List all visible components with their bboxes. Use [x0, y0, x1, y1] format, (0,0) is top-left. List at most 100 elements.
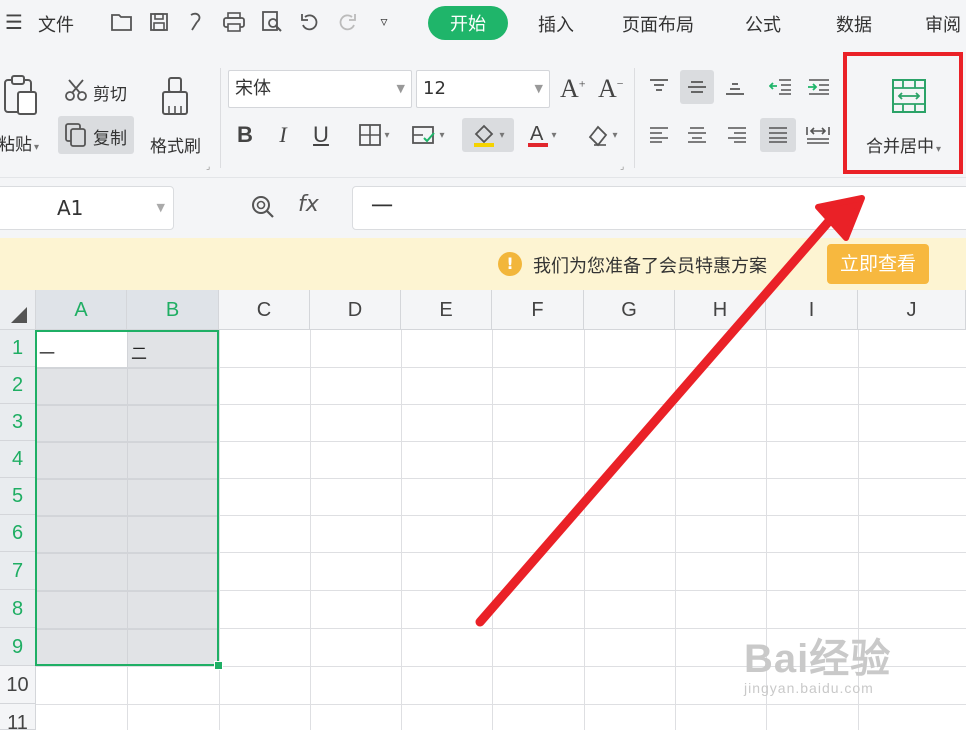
open-folder-icon[interactable]	[110, 10, 134, 34]
hamburger-menu-icon[interactable]: ☰	[2, 10, 26, 34]
justify-icon[interactable]	[760, 118, 796, 152]
cell-b1[interactable]: 二	[131, 340, 147, 364]
name-box[interactable]: A1 ▼	[0, 186, 174, 230]
format-painter-icon[interactable]	[160, 76, 192, 120]
paste-button[interactable]: 粘贴 ▾	[0, 130, 39, 155]
paste-icon[interactable]	[2, 74, 38, 120]
align-top-icon[interactable]	[644, 70, 674, 104]
ribbon-toolbar: 粘贴 ▾ 剪切 复制 格式刷 ⌟ 宋体 ▼ 12 ▼ A+ A− B I U ▾ ▾ …	[0, 46, 966, 178]
column-header-f[interactable]: F	[492, 290, 584, 330]
cut-button[interactable]: 剪切	[93, 80, 127, 105]
copy-button[interactable]: 复制	[58, 116, 134, 154]
row-header-7[interactable]: 7	[0, 552, 36, 590]
decrease-font-icon[interactable]: A−	[598, 74, 624, 104]
fill-handle[interactable]	[214, 661, 223, 670]
select-all-corner[interactable]	[0, 290, 36, 330]
row-header-6[interactable]: 6	[0, 515, 36, 552]
cell-ref-value: A1	[57, 196, 84, 220]
column-header-c[interactable]: C	[219, 290, 310, 330]
separator	[634, 68, 635, 168]
fill-color-icon[interactable]: ▾	[462, 118, 514, 152]
customize-toolbar-icon[interactable]: ▿	[372, 10, 396, 34]
tab-page-layout[interactable]: 页面布局	[622, 11, 694, 37]
redo-icon[interactable]	[335, 10, 359, 34]
save-icon[interactable]	[147, 10, 171, 34]
grid-line	[675, 330, 676, 730]
row-header-4[interactable]: 4	[0, 441, 36, 478]
promo-notice: ! 我们为您准备了会员特惠方案 立即查看	[0, 238, 966, 290]
decrease-indent-icon[interactable]	[766, 70, 796, 104]
clear-format-icon[interactable]: ▾	[580, 118, 624, 152]
column-header-i[interactable]: I	[766, 290, 858, 330]
font-name-value: 宋体	[235, 78, 271, 99]
align-bottom-icon[interactable]	[720, 70, 750, 104]
column-header-a[interactable]: A	[36, 290, 127, 330]
grid-line	[492, 330, 493, 730]
italic-icon[interactable]: I	[268, 118, 298, 152]
tab-review[interactable]: 审阅	[925, 11, 961, 37]
row-header-3[interactable]: 3	[0, 404, 36, 441]
watermark-brand: Bai经验	[744, 637, 892, 681]
distributed-align-icon[interactable]	[802, 118, 834, 152]
grid-line	[37, 368, 217, 369]
selection-range[interactable]: 一 二	[35, 330, 223, 670]
font-size-select[interactable]: 12 ▼	[416, 70, 550, 108]
align-left-icon[interactable]	[644, 118, 674, 152]
grid-line	[401, 330, 402, 730]
column-header-g[interactable]: G	[584, 290, 675, 330]
font-color-icon[interactable]: A ▾	[520, 118, 564, 152]
conditional-format-icon[interactable]: ▾	[406, 118, 450, 152]
menu-bar: ☰ 文件 ▿ 开始 插入 页面布局 公式 数据 审阅	[0, 0, 966, 46]
grid-line	[310, 330, 311, 730]
underline-icon[interactable]: U	[306, 118, 336, 152]
grid-line	[37, 629, 217, 630]
grid-line	[37, 479, 217, 480]
row-header-1[interactable]: 1	[0, 330, 36, 367]
undo-icon[interactable]	[298, 10, 322, 34]
border-icon[interactable]: ▾	[352, 118, 396, 152]
tab-insert[interactable]: 插入	[538, 11, 574, 37]
dialog-launcher-icon[interactable]: ⌟	[620, 162, 624, 172]
column-header-e[interactable]: E	[401, 290, 492, 330]
align-center-icon[interactable]	[682, 118, 712, 152]
cut-icon[interactable]	[64, 78, 88, 106]
row-header-9[interactable]: 9	[0, 628, 36, 666]
notice-text: 我们为您准备了会员特惠方案	[533, 256, 767, 277]
row-header-2[interactable]: 2	[0, 367, 36, 404]
grid-line	[584, 330, 585, 730]
row-header-8[interactable]: 8	[0, 590, 36, 628]
chevron-down-icon: ▼	[534, 82, 543, 95]
share-icon[interactable]	[185, 10, 209, 34]
column-header-j[interactable]: J	[858, 290, 966, 330]
row-header-5[interactable]: 5	[0, 478, 36, 515]
fx-button[interactable]: fx	[298, 192, 319, 217]
font-name-select[interactable]: 宋体 ▼	[228, 70, 412, 108]
zoom-search-icon[interactable]	[250, 194, 276, 226]
increase-font-icon[interactable]: A+	[560, 74, 586, 104]
print-icon[interactable]	[222, 10, 246, 34]
watermark-url: jingyan.baidu.com	[744, 680, 874, 696]
chevron-down-icon: ▼	[396, 82, 405, 95]
column-header-d[interactable]: D	[310, 290, 401, 330]
cell-a1[interactable]: 一	[39, 340, 55, 364]
tab-data[interactable]: 数据	[836, 11, 872, 37]
bold-icon[interactable]: B	[230, 118, 260, 152]
row-header-10[interactable]: 10	[0, 666, 36, 704]
format-painter-button[interactable]: 格式刷	[150, 132, 201, 157]
column-header-h[interactable]: H	[675, 290, 766, 330]
file-menu[interactable]: 文件	[38, 11, 74, 37]
warning-icon: !	[498, 252, 522, 276]
grid-line	[219, 330, 220, 730]
align-middle-icon[interactable]	[680, 70, 714, 104]
column-header-b[interactable]: B	[127, 290, 219, 330]
tab-formula[interactable]: 公式	[745, 11, 781, 37]
tab-home[interactable]: 开始	[428, 6, 508, 40]
dialog-launcher-icon[interactable]: ⌟	[206, 162, 210, 172]
formula-input[interactable]: 一	[352, 186, 966, 230]
align-right-icon[interactable]	[722, 118, 752, 152]
grid-line	[36, 704, 966, 705]
increase-indent-icon[interactable]	[804, 70, 834, 104]
print-preview-icon[interactable]	[260, 10, 284, 34]
view-now-button[interactable]: 立即查看	[827, 244, 929, 284]
row-header-11[interactable]: 11	[0, 704, 36, 730]
